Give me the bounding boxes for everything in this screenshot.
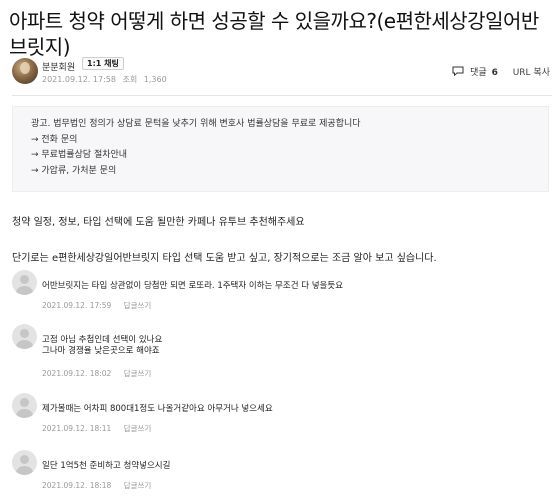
comment-text: 어반브릿지는 타입 상관없이 당첨만 되면 로또라. 1주택자 이하는 무조건 … xyxy=(42,281,344,291)
comment-text: 일단 1억5천 준비하고 청약넣으시길 xyxy=(42,461,171,471)
views-count: 1,360 xyxy=(143,75,167,84)
chat-button[interactable]: 1:1 채팅 xyxy=(82,57,124,70)
author-name[interactable]: 분분회원 xyxy=(42,60,75,73)
comment-date: 2021.09.12. 18:11 xyxy=(42,424,112,433)
commenter-avatar[interactable] xyxy=(12,270,37,295)
comment-item: 일단 1억5천 준비하고 청약넣으시길 2021.09.12. 18:18 답글… xyxy=(12,450,552,496)
post-meta: 2021.09.12. 17:58 조회 1,360 xyxy=(42,74,171,85)
comment-item: 고점 아님 추첨인데 선택이 있나요 그나마 경쟁율 낮은곳으로 해야죠 202… xyxy=(12,324,552,384)
commenter-avatar[interactable] xyxy=(12,393,37,418)
comment-date: 2021.09.12. 18:02 xyxy=(42,369,112,378)
copy-url-button[interactable]: URL 복사 xyxy=(513,68,550,78)
comment-button[interactable]: 댓글 6 xyxy=(452,66,512,78)
comment-icon xyxy=(452,66,464,76)
author-row: 분분회원 1:1 채팅 2021.09.12. 17:58 조회 1,360 댓… xyxy=(12,57,552,87)
reply-button[interactable]: 답글쓰기 xyxy=(124,301,152,310)
reply-button[interactable]: 답글쓰기 xyxy=(124,369,152,378)
post-actions: 댓글 6 URL 복사 xyxy=(452,65,550,78)
comment-date: 2021.09.12. 18:18 xyxy=(42,481,112,490)
comment-text-line: 고점 아님 추첨인데 선택이 있나요 xyxy=(42,335,163,345)
ad-link-phone[interactable]: → 전화 문의 xyxy=(31,133,530,149)
commenter-avatar[interactable] xyxy=(12,450,37,475)
author-avatar[interactable] xyxy=(12,58,38,84)
comment-meta: 2021.09.12. 18:18 답글쓰기 xyxy=(42,480,151,491)
post-body-line: 청약 일정, 정보, 타입 선택에 도움 될만한 카페나 유투브 추천해주세요 xyxy=(12,217,305,228)
ad-box: 광고. 법무법인 정의가 상담료 문턱을 낮추기 위해 변호사 법률상담을 무료… xyxy=(12,106,549,192)
comment-text-line: 그나마 경쟁율 낮은곳으로 해야죠 xyxy=(42,346,160,356)
comment-meta: 2021.09.12. 18:11 답글쓰기 xyxy=(42,423,151,434)
post-body-line: 단기로는 e편한세상강일어반브릿지 타입 선택 도움 받고 싶고, 장기적으로는… xyxy=(12,253,437,264)
header-divider xyxy=(12,95,552,96)
commenter-avatar[interactable] xyxy=(12,324,37,349)
ad-text: 광고. 법무법인 정의가 상담료 문턱을 낮추기 위해 변호사 법률상담을 무료… xyxy=(31,119,361,129)
comment-meta: 2021.09.12. 18:02 답글쓰기 xyxy=(42,368,151,379)
reply-button[interactable]: 답글쓰기 xyxy=(124,481,152,490)
reply-button[interactable]: 답글쓰기 xyxy=(124,424,152,433)
comment-count: 6 xyxy=(491,68,498,78)
post-title: 아파트 청약 어떻게 하면 성공할 수 있을까요?(e편한세상강일어반브릿지) xyxy=(9,9,539,59)
comment-item: 제가볼때는 어차피 800대1정도 나올거같아요 아무거나 넣으세요 2021.… xyxy=(12,393,552,453)
post-date: 2021.09.12. 17:58 xyxy=(42,75,116,84)
ad-link-consult[interactable]: → 무료법률상담 절차안내 xyxy=(31,148,530,164)
comment-item: 어반브릿지는 타입 상관없이 당첨만 되면 로또라. 1주택자 이하는 무조건 … xyxy=(12,270,552,330)
comment-date: 2021.09.12. 17:59 xyxy=(42,301,112,310)
comment-meta: 2021.09.12. 17:59 답글쓰기 xyxy=(42,300,151,311)
ad-link-seizure[interactable]: → 가압류, 가처분 문의 xyxy=(31,164,530,180)
views-label: 조회 xyxy=(122,75,138,84)
comment-text: 제가볼때는 어차피 800대1정도 나올거같아요 아무거나 넣으세요 xyxy=(42,404,273,414)
comment-label: 댓글 xyxy=(470,68,487,78)
comment-text: 고점 아님 추첨인데 선택이 있나요 그나마 경쟁율 낮은곳으로 해야죠 xyxy=(42,335,162,357)
